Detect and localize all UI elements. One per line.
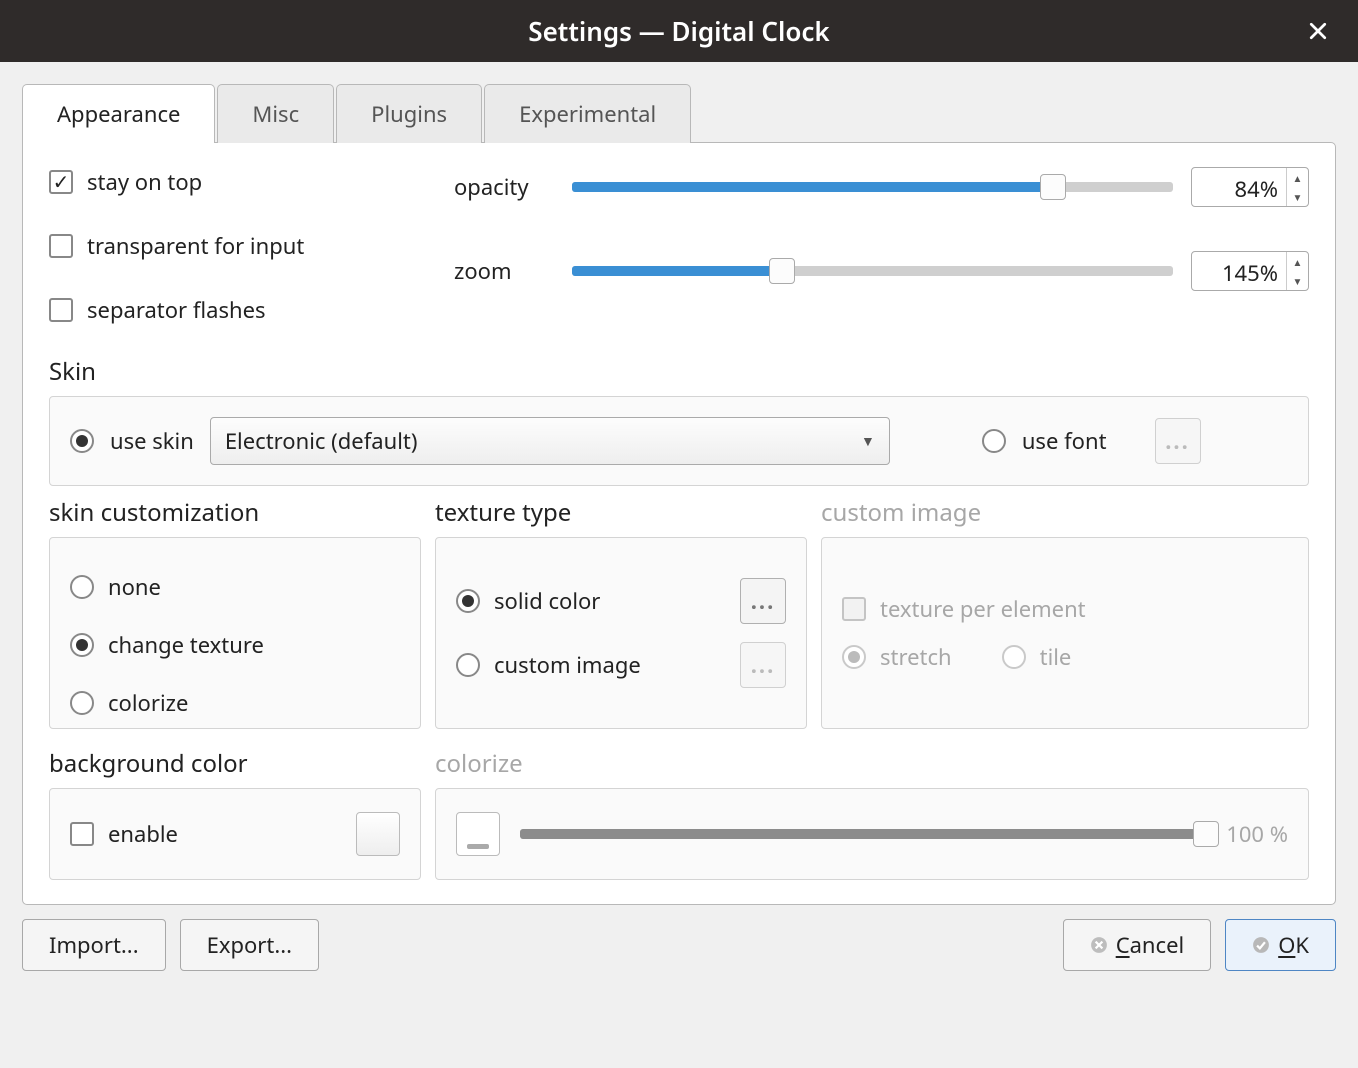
- custom-image-group: texture per element stretch tile: [821, 537, 1309, 729]
- colorize-slider: [520, 829, 1206, 839]
- background-color-group: enable: [49, 788, 421, 880]
- background-color-swatch[interactable]: [356, 812, 400, 856]
- stay-on-top-checkbox[interactable]: [49, 170, 73, 194]
- opacity-spinbox[interactable]: 84% ▲ ▼: [1191, 167, 1309, 207]
- spin-down-icon[interactable]: ▼: [1287, 187, 1308, 206]
- appearance-pane: stay on top transparent for input separa…: [22, 142, 1336, 905]
- spin-down-icon[interactable]: ▼: [1287, 271, 1308, 290]
- ok-icon: [1252, 936, 1270, 954]
- tile-radio: [1002, 645, 1026, 669]
- close-button[interactable]: [1298, 0, 1338, 62]
- chevron-down-icon: ▼: [861, 432, 875, 451]
- use-font-radio[interactable]: [982, 429, 1006, 453]
- ok-label-rest: K: [1295, 930, 1309, 960]
- cancel-icon: [1090, 936, 1108, 954]
- stretch-radio: [842, 645, 866, 669]
- solid-color-picker-button[interactable]: ...: [740, 578, 786, 624]
- transparent-for-input-checkbox[interactable]: [49, 234, 73, 258]
- opacity-slider[interactable]: [572, 182, 1173, 192]
- skin-combo[interactable]: Electronic (default) ▼: [210, 417, 890, 465]
- skin-colorize-radio[interactable]: [70, 691, 94, 715]
- background-enable-label: enable: [108, 819, 178, 849]
- zoom-value: 145%: [1192, 252, 1286, 290]
- import-button[interactable]: Import...: [22, 919, 166, 971]
- separator-flashes-checkbox[interactable]: [49, 298, 73, 322]
- opacity-label: opacity: [454, 172, 554, 202]
- skin-change-texture-label: change texture: [108, 630, 264, 660]
- separator-flashes-label: separator flashes: [87, 295, 266, 325]
- custom-image-heading: custom image: [821, 496, 1309, 529]
- skin-none-label: none: [108, 572, 161, 602]
- use-font-label: use font: [1022, 426, 1107, 456]
- spin-up-icon[interactable]: ▲: [1287, 252, 1308, 271]
- texture-per-element-checkbox: [842, 597, 866, 621]
- colorize-color-swatch: [456, 812, 500, 856]
- colorize-heading: colorize: [435, 747, 1309, 780]
- zoom-spinbox[interactable]: 145% ▲ ▼: [1191, 251, 1309, 291]
- custom-image-radio[interactable]: [456, 653, 480, 677]
- tab-experimental[interactable]: Experimental: [484, 84, 691, 143]
- tab-appearance[interactable]: Appearance: [22, 84, 215, 143]
- opacity-value: 84%: [1192, 168, 1286, 206]
- skin-none-radio[interactable]: [70, 575, 94, 599]
- solid-color-label: solid color: [494, 586, 600, 616]
- skin-customization-heading: skin customization: [49, 496, 421, 529]
- stretch-label: stretch: [880, 642, 952, 672]
- spin-up-icon[interactable]: ▲: [1287, 168, 1308, 187]
- tile-label: tile: [1040, 642, 1072, 672]
- ok-button[interactable]: OK: [1225, 919, 1336, 971]
- skin-group: use skin Electronic (default) ▼ use font…: [49, 396, 1309, 486]
- zoom-slider[interactable]: [572, 266, 1173, 276]
- custom-image-label: custom image: [494, 650, 641, 680]
- stay-on-top-label: stay on top: [87, 167, 202, 197]
- cancel-button[interactable]: Cancel: [1063, 919, 1212, 971]
- tab-plugins[interactable]: Plugins: [336, 84, 482, 143]
- skin-colorize-label: colorize: [108, 688, 188, 718]
- skin-combo-value: Electronic (default): [225, 426, 418, 456]
- dialog-button-bar: Import... Export... Cancel OK: [22, 919, 1336, 971]
- tab-misc[interactable]: Misc: [217, 84, 334, 143]
- texture-type-heading: texture type: [435, 496, 807, 529]
- transparent-for-input-label: transparent for input: [87, 231, 304, 261]
- skin-heading: Skin: [49, 355, 1309, 388]
- tab-bar: Appearance Misc Plugins Experimental: [22, 84, 1336, 143]
- cancel-label-rest: ancel: [1130, 930, 1185, 960]
- window-title: Settings — Digital Clock: [528, 13, 829, 49]
- solid-color-radio[interactable]: [456, 589, 480, 613]
- close-icon: [1309, 22, 1327, 40]
- texture-per-element-label: texture per element: [880, 594, 1086, 624]
- zoom-label: zoom: [454, 256, 554, 286]
- export-button[interactable]: Export...: [180, 919, 319, 971]
- skin-customization-group: none change texture colorize: [49, 537, 421, 729]
- colorize-value: 100 %: [1226, 819, 1288, 849]
- use-skin-radio[interactable]: [70, 429, 94, 453]
- colorize-group: 100 %: [435, 788, 1309, 880]
- titlebar: Settings — Digital Clock: [0, 0, 1358, 62]
- texture-type-group: solid color ... custom image ...: [435, 537, 807, 729]
- background-color-heading: background color: [49, 747, 421, 780]
- skin-change-texture-radio[interactable]: [70, 633, 94, 657]
- background-enable-checkbox[interactable]: [70, 822, 94, 846]
- custom-image-picker-button: ...: [740, 642, 786, 688]
- use-skin-label: use skin: [110, 426, 194, 456]
- font-picker-button: ...: [1155, 418, 1201, 464]
